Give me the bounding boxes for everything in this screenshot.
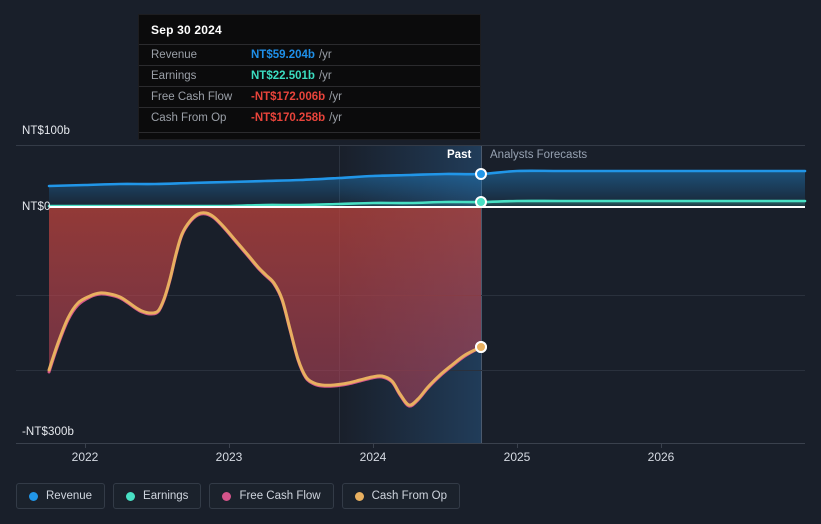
chart-legend: Revenue Earnings Free Cash Flow Cash From O… (16, 483, 461, 509)
x-tick-mark (373, 443, 374, 448)
forecast-label: Analysts Forecasts (490, 149, 588, 161)
x-tick-label-2026: 2026 (647, 450, 675, 464)
tooltip-row-value: NT$22.501b/yr (251, 70, 332, 82)
legend-swatch-icon (126, 491, 136, 501)
tooltip-row: Revenue NT$59.204b/yr (139, 44, 480, 65)
tooltip-date: Sep 30 2024 (151, 23, 222, 37)
tooltip-row-value: -NT$172.006b/yr (251, 91, 342, 103)
tooltip-row-unit: /yr (329, 91, 342, 103)
legend-label: Revenue (46, 490, 93, 502)
y-label-100b: NT$100b (22, 125, 71, 137)
tooltip-row-label: Cash From Op (151, 112, 227, 124)
legend-swatch-icon (222, 491, 232, 501)
x-tick-mark (517, 443, 518, 448)
tooltip-row-value: NT$59.204b/yr (251, 49, 332, 61)
x-tick-label-2025: 2025 (503, 450, 531, 464)
tooltip-row-unit: /yr (318, 70, 332, 82)
legend-item-earnings[interactable]: Earnings (113, 483, 202, 509)
tooltip-row-unit: /yr (318, 49, 332, 61)
x-tick-mark (229, 443, 230, 448)
legend-label: Free Cash Flow (239, 490, 321, 502)
tooltip-footer-rule (139, 132, 480, 135)
legend-item-revenue[interactable]: Revenue (16, 483, 106, 509)
x-tick-mark (85, 443, 86, 448)
x-tick-label-2024: 2024 (359, 450, 387, 464)
data-tooltip: Sep 30 2024 Revenue NT$59.204b/yr Earnings… (138, 14, 481, 140)
legend-swatch-icon (29, 491, 38, 501)
legend-swatch-icon (354, 491, 364, 501)
tooltip-row-label: Revenue (151, 49, 198, 61)
tooltip-row-label: Earnings (151, 70, 197, 82)
data-point-marker-revenue[interactable] (475, 168, 487, 180)
past-label: Past (447, 149, 472, 161)
series-area-free-cash-flow (49, 207, 481, 407)
y-label-minus300b: -NT$300b (22, 426, 74, 438)
tooltip-row: Cash From Op -NT$170.258b/yr (139, 107, 480, 128)
y-label-0: NT$0 (22, 201, 51, 213)
legend-label: Cash From Op (371, 490, 448, 502)
x-tick-mark (661, 443, 662, 448)
x-tick-label-2023: 2023 (215, 450, 243, 464)
zero-line (49, 206, 805, 208)
legend-item-free-cash-flow[interactable]: Free Cash Flow (209, 483, 334, 509)
tooltip-row-unit: /yr (329, 112, 342, 124)
chart-widget: Past Analysts Forecasts NT$100b NT$0 -NT… (0, 0, 821, 524)
x-tick-label-2022: 2022 (71, 450, 99, 464)
tooltip-row: Earnings NT$22.501b/yr (139, 65, 480, 86)
legend-label: Earnings (143, 490, 189, 502)
legend-item-cash-from-op[interactable]: Cash From Op (341, 483, 461, 509)
data-point-marker-cash-from-op[interactable] (475, 341, 487, 353)
tooltip-row-value: -NT$170.258b/yr (251, 112, 342, 124)
tooltip-row-label: Free Cash Flow (151, 91, 233, 103)
tooltip-row: Free Cash Flow -NT$172.006b/yr (139, 86, 480, 107)
